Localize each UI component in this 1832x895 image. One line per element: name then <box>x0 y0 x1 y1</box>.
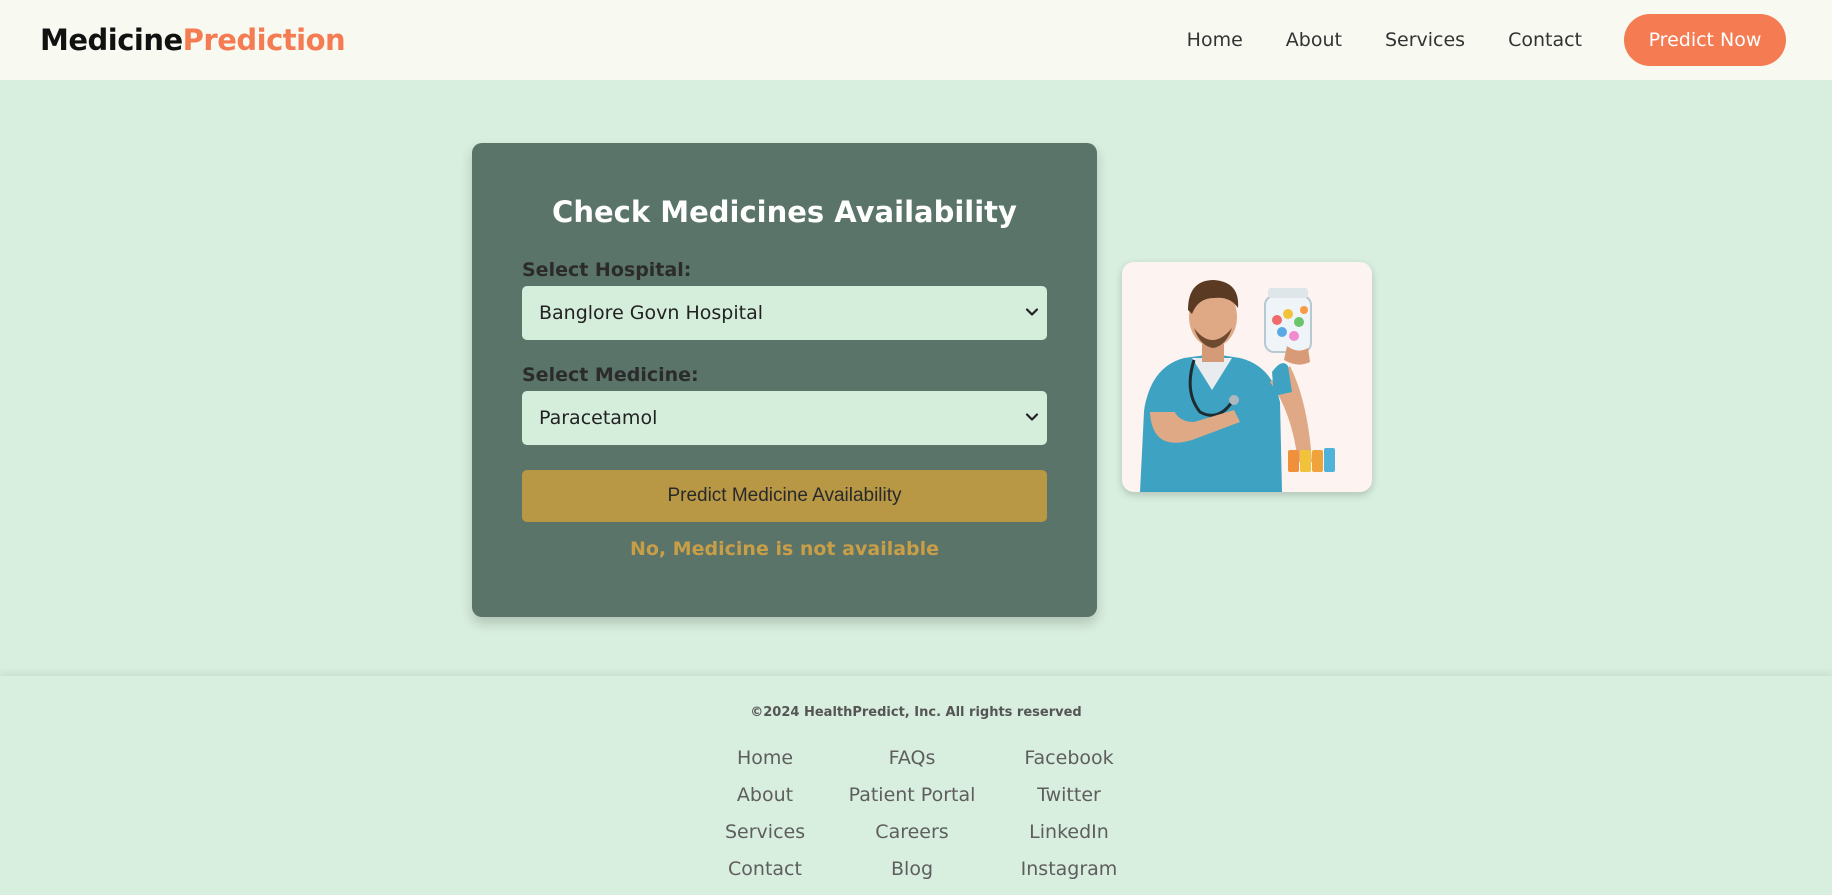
doctor-holding-pill-jar-icon <box>1140 280 1335 492</box>
nav-services-link[interactable]: Services <box>1385 29 1465 51</box>
footer-link-facebook[interactable]: Facebook <box>1019 745 1119 782</box>
footer-link-linkedin[interactable]: LinkedIn <box>1019 819 1119 856</box>
footer-col-resources: FAQs Patient Portal Careers Blog <box>842 745 982 893</box>
footer-link-about[interactable]: About <box>725 782 805 819</box>
predict-availability-button[interactable]: Predict Medicine Availability <box>522 470 1047 522</box>
chevron-down-icon <box>1025 308 1039 316</box>
chevron-down-icon <box>1025 413 1039 421</box>
footer-link-twitter[interactable]: Twitter <box>1019 782 1119 819</box>
prediction-result: No, Medicine is not available <box>629 538 940 560</box>
footer-link-blog[interactable]: Blog <box>842 856 982 893</box>
copyright-text: ©2024 HealthPredict, Inc. All rights res… <box>750 705 1082 720</box>
hospital-label: Select Hospital: <box>522 259 692 281</box>
site-header: MedicinePrediction Home About Services C… <box>0 0 1832 80</box>
footer-link-patient-portal[interactable]: Patient Portal <box>842 782 982 819</box>
doctor-illustration <box>1122 262 1372 492</box>
footer-link-careers[interactable]: Careers <box>842 819 982 856</box>
predict-now-button[interactable]: Predict Now <box>1624 14 1786 66</box>
medicine-label: Select Medicine: <box>522 364 699 386</box>
logo-medicine-text: Medicine <box>40 23 183 57</box>
availability-form-card: Check Medicines Availability Select Hosp… <box>472 143 1097 617</box>
footer-link-faqs[interactable]: FAQs <box>842 745 982 782</box>
footer-col-social: Facebook Twitter LinkedIn Instagram <box>1019 745 1119 893</box>
nav-contact-link[interactable]: Contact <box>1508 29 1582 51</box>
logo-prediction-text: Prediction <box>182 23 346 57</box>
medicine-select[interactable]: Paracetamol <box>522 391 1047 445</box>
footer-col-site: Home About Services Contact <box>725 745 805 893</box>
form-title: Check Medicines Availability <box>552 195 1017 229</box>
main-nav: Home About Services Contact Predict Now <box>1144 14 1786 66</box>
hospital-select-value: Banglore Govn Hospital <box>539 302 764 324</box>
site-logo[interactable]: MedicinePrediction <box>40 23 346 57</box>
footer-link-home[interactable]: Home <box>725 745 805 782</box>
footer-link-services[interactable]: Services <box>725 819 805 856</box>
hospital-select[interactable]: Banglore Govn Hospital <box>522 286 1047 340</box>
footer-link-contact[interactable]: Contact <box>725 856 805 893</box>
medicine-select-value: Paracetamol <box>539 407 658 429</box>
nav-about-link[interactable]: About <box>1286 29 1342 51</box>
site-footer: ©2024 HealthPredict, Inc. All rights res… <box>0 676 1832 895</box>
footer-link-instagram[interactable]: Instagram <box>1019 856 1119 893</box>
nav-home-link[interactable]: Home <box>1187 29 1243 51</box>
